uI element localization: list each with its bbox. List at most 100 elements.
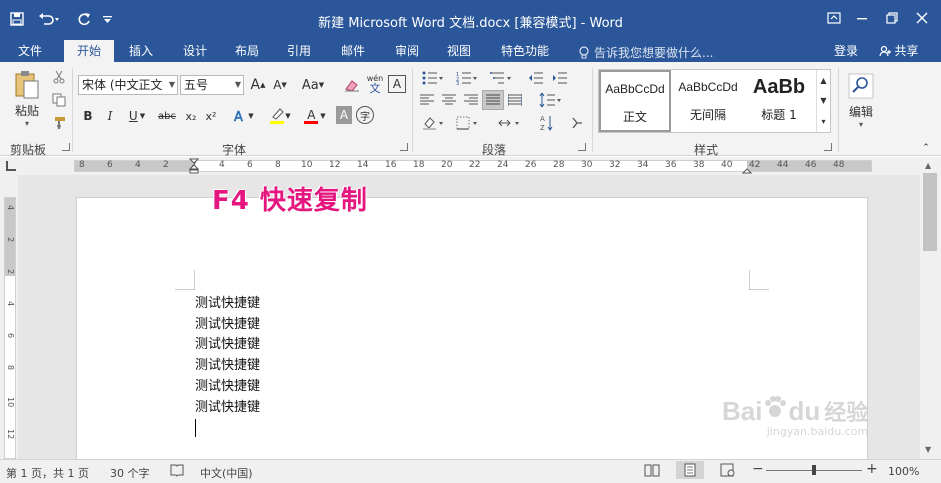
style-heading-1[interactable]: AaBb 标题 1 (745, 70, 813, 132)
ribbon-display-icon[interactable] (820, 6, 848, 30)
borders-icon[interactable] (452, 114, 482, 132)
italic-button[interactable]: I (102, 106, 118, 126)
superscript-button[interactable]: x² (202, 106, 220, 126)
annotation-caption: F4 快速复制 (212, 186, 368, 216)
scroll-down-icon[interactable]: ▼ (925, 445, 931, 454)
justify-icon[interactable] (482, 90, 504, 110)
proofing-icon[interactable] (170, 463, 184, 480)
right-indent-marker-icon[interactable] (741, 163, 753, 174)
language-indicator[interactable]: 中文(中国) (200, 465, 253, 481)
decrease-indent-icon[interactable] (526, 68, 546, 88)
ruler-tick-label: 44 (777, 160, 789, 170)
doc-line[interactable]: 测试快捷键 (195, 335, 260, 355)
tell-me-box[interactable]: 告诉我您想要做什么... (578, 44, 713, 61)
align-left-icon[interactable] (418, 91, 436, 109)
font-name-select[interactable]: 宋体 (中文正文 ▼ (78, 75, 178, 95)
grow-font-button[interactable]: A ▲ (249, 75, 267, 95)
doc-line[interactable]: 测试快捷键 (195, 356, 260, 376)
shading-icon[interactable] (418, 114, 448, 132)
copy-icon[interactable] (50, 91, 68, 109)
ruler-tick-label: 26 (525, 160, 537, 170)
indent-marker-icon[interactable] (188, 158, 200, 174)
tab-file[interactable]: 文件 (8, 40, 52, 62)
close-icon[interactable] (908, 6, 936, 30)
watermark-suffix: 经验 (824, 400, 869, 425)
tab-references[interactable]: 引用 (276, 40, 322, 62)
zoom-slider-thumb[interactable] (812, 465, 816, 475)
web-layout-icon[interactable] (720, 463, 736, 480)
font-color-button[interactable]: A ▼ (300, 106, 330, 126)
scrollbar-thumb[interactable] (923, 173, 937, 251)
doc-line[interactable]: 测试快捷键 (195, 315, 260, 335)
zoom-slider[interactable] (766, 465, 862, 475)
word-count[interactable]: 30 个字 (110, 465, 150, 481)
text-effects-icon[interactable]: A ▼ (228, 106, 258, 126)
chinese-layout-icon[interactable] (496, 114, 522, 132)
style-normal[interactable]: AaBbCcDd 正文 (599, 70, 671, 132)
line-spacing-icon[interactable] (536, 91, 564, 109)
character-shading-button[interactable]: A (336, 106, 352, 124)
read-mode-icon[interactable] (644, 463, 660, 480)
tab-insert[interactable]: 插入 (118, 40, 164, 62)
change-case-button[interactable]: Aa ▼ (298, 75, 328, 95)
show-marks-icon[interactable] (568, 114, 586, 132)
login-link[interactable]: 登录 (826, 40, 866, 62)
styles-scroll-down-icon[interactable]: ▼ (816, 90, 830, 110)
styles-more-icon[interactable]: ▾ (816, 110, 830, 132)
subscript-button[interactable]: x₂ (182, 106, 200, 126)
font-launcher-icon[interactable] (400, 143, 408, 151)
styles-launcher-icon[interactable] (824, 143, 832, 151)
tab-home[interactable]: 开始 (64, 40, 114, 62)
zoom-in-button[interactable]: + (866, 461, 878, 477)
shrink-font-button[interactable]: A ▼ (271, 75, 289, 95)
tab-design[interactable]: 设计 (172, 40, 218, 62)
align-right-icon[interactable] (462, 91, 480, 109)
minimize-icon[interactable] (848, 6, 876, 30)
format-painter-icon[interactable] (50, 114, 68, 132)
style-no-spacing[interactable]: AaBbCcDd 无间隔 (672, 70, 744, 132)
doc-line[interactable]: 测试快捷键 (195, 294, 260, 314)
tab-mailings[interactable]: 邮件 (330, 40, 376, 62)
font-size-select[interactable]: 五号 ▼ (180, 75, 244, 95)
paste-button[interactable]: 粘贴 ▾ (8, 68, 46, 130)
paragraph-group-label: 段落 (482, 143, 507, 157)
sort-icon[interactable]: AZ (538, 112, 556, 134)
align-center-icon[interactable] (440, 91, 458, 109)
collapse-ribbon-icon[interactable]: ⌃ (918, 142, 934, 154)
style-no-spacing-preview: AaBbCcDd (678, 80, 738, 94)
numbering-icon[interactable]: 123 (452, 68, 482, 88)
bold-button[interactable]: B (80, 106, 96, 126)
tab-special-features[interactable]: 特色功能 (494, 40, 556, 62)
multilevel-list-icon[interactable] (486, 68, 516, 88)
tab-selector-icon[interactable] (6, 161, 16, 171)
enclose-characters-button[interactable]: 字 (356, 106, 374, 124)
zoom-level[interactable]: 100% (888, 465, 919, 478)
character-border-button[interactable]: A (388, 75, 406, 93)
distributed-icon[interactable] (506, 91, 524, 109)
bullets-icon[interactable] (418, 68, 448, 88)
increase-indent-icon[interactable] (550, 68, 570, 88)
zoom-out-button[interactable]: − (752, 461, 764, 477)
highlight-color-button[interactable]: ▼ (264, 106, 296, 126)
vertical-scrollbar[interactable]: ▲ ▼ (920, 157, 941, 459)
print-layout-icon[interactable] (676, 461, 704, 479)
page-count[interactable]: 第 1 页，共 1 页 (6, 465, 89, 481)
paragraph-launcher-icon[interactable] (578, 143, 586, 151)
underline-label: U (128, 109, 138, 123)
strikethrough-button[interactable]: abc (156, 106, 178, 126)
tab-layout[interactable]: 布局 (224, 40, 270, 62)
clipboard-launcher-icon[interactable] (62, 143, 70, 151)
cut-icon[interactable] (50, 68, 68, 86)
styles-scroll-up-icon[interactable]: ▲ (816, 70, 830, 90)
underline-button[interactable]: U ▼ (124, 106, 150, 126)
tab-view[interactable]: 视图 (436, 40, 482, 62)
restore-icon[interactable] (878, 6, 906, 30)
doc-line[interactable]: 测试快捷键 (195, 398, 260, 418)
share-button[interactable]: 共享 (870, 40, 928, 62)
doc-line[interactable]: 测试快捷键 (195, 377, 260, 397)
editing-button[interactable]: 编辑 ▾ (844, 68, 878, 134)
scroll-up-icon[interactable]: ▲ (925, 161, 931, 170)
clear-formatting-icon[interactable] (342, 75, 362, 95)
phonetic-guide-button[interactable]: wén 文 (364, 72, 386, 96)
tab-review[interactable]: 审阅 (384, 40, 430, 62)
